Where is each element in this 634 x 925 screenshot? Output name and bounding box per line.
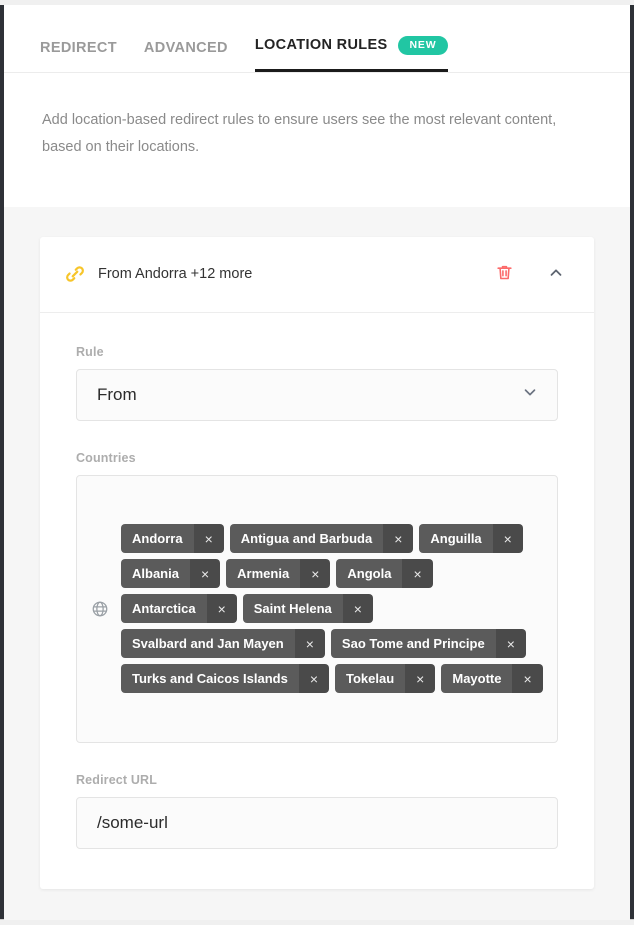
page-content: REDIRECT ADVANCED LOCATION RULES NEW Add… xyxy=(4,5,630,920)
country-tag: Andorra× xyxy=(121,524,224,553)
country-tag-label: Tokelau xyxy=(335,664,405,693)
country-tag: Armenia× xyxy=(226,559,330,588)
country-tag-label: Sao Tome and Principe xyxy=(331,629,496,658)
globe-icon xyxy=(91,600,109,618)
tab-advanced-label: ADVANCED xyxy=(144,41,228,56)
country-tag-remove-icon[interactable]: × xyxy=(512,664,542,693)
country-tag-label: Angola xyxy=(336,559,402,588)
country-tag-label: Saint Helena xyxy=(243,594,343,623)
country-tag-label: Albania xyxy=(121,559,190,588)
country-tag-remove-icon[interactable]: × xyxy=(493,524,523,553)
chevron-down-icon xyxy=(521,383,539,406)
redirect-url-label: Redirect URL xyxy=(76,773,558,787)
trash-icon xyxy=(495,263,514,285)
rule-select[interactable]: From xyxy=(76,369,558,421)
delete-rule-button[interactable] xyxy=(492,262,516,286)
settings-header-panel: REDIRECT ADVANCED LOCATION RULES NEW Add… xyxy=(4,5,630,207)
tab-bar: REDIRECT ADVANCED LOCATION RULES NEW xyxy=(4,5,630,73)
country-tag-remove-icon[interactable]: × xyxy=(405,664,435,693)
country-tag: Antigua and Barbuda× xyxy=(230,524,414,553)
countries-field-group: Countries Andorra×Antigua and Barbuda×An… xyxy=(76,451,558,743)
country-tag-remove-icon[interactable]: × xyxy=(300,559,330,588)
country-tag-label: Turks and Caicos Islands xyxy=(121,664,299,693)
country-tag: Anguilla× xyxy=(419,524,522,553)
rule-field-group: Rule From xyxy=(76,345,558,421)
intro-description: Add location-based redirect rules to ens… xyxy=(4,73,630,207)
countries-multiselect[interactable]: Andorra×Antigua and Barbuda×Anguilla×Alb… xyxy=(76,475,558,743)
location-rule-card: From Andorra +12 more xyxy=(40,237,594,889)
tab-redirect[interactable]: REDIRECT xyxy=(40,41,117,73)
tab-location-rules-label: LOCATION RULES xyxy=(255,38,388,53)
tab-location-rules[interactable]: LOCATION RULES NEW xyxy=(255,36,449,73)
country-tag: Angola× xyxy=(336,559,432,588)
redirect-url-field-group: Redirect URL xyxy=(76,773,558,849)
country-tag-remove-icon[interactable]: × xyxy=(295,629,325,658)
country-tag-label: Armenia xyxy=(226,559,300,588)
country-tag-remove-icon[interactable]: × xyxy=(402,559,432,588)
browser-window: REDIRECT ADVANCED LOCATION RULES NEW Add… xyxy=(0,0,634,925)
new-badge: NEW xyxy=(398,36,449,56)
country-tag-label: Anguilla xyxy=(419,524,492,553)
country-tag: Antarctica× xyxy=(121,594,237,623)
country-tag: Svalbard and Jan Mayen× xyxy=(121,629,325,658)
country-tag-list: Andorra×Antigua and Barbuda×Anguilla×Alb… xyxy=(121,524,545,693)
country-tag-remove-icon[interactable]: × xyxy=(383,524,413,553)
tab-advanced[interactable]: ADVANCED xyxy=(144,41,228,73)
country-tag-remove-icon[interactable]: × xyxy=(207,594,237,623)
country-tag: Turks and Caicos Islands× xyxy=(121,664,329,693)
window-frame-right xyxy=(630,5,634,920)
country-tag-label: Andorra xyxy=(121,524,194,553)
rule-select-value: From xyxy=(97,385,137,405)
country-tag-remove-icon[interactable]: × xyxy=(343,594,373,623)
country-tag: Albania× xyxy=(121,559,220,588)
link-icon xyxy=(64,263,86,285)
country-tag: Saint Helena× xyxy=(243,594,373,623)
country-tag: Mayotte× xyxy=(441,664,542,693)
redirect-url-input[interactable] xyxy=(76,797,558,849)
rule-card-title: From Andorra +12 more xyxy=(98,266,464,282)
collapse-rule-button[interactable] xyxy=(544,262,568,286)
country-tag: Sao Tome and Principe× xyxy=(331,629,526,658)
rules-body: From Andorra +12 more xyxy=(4,207,630,889)
rule-card-header[interactable]: From Andorra +12 more xyxy=(40,237,594,313)
country-tag-label: Antigua and Barbuda xyxy=(230,524,383,553)
country-tag-label: Mayotte xyxy=(441,664,512,693)
rule-label: Rule xyxy=(76,345,558,359)
country-tag-remove-icon[interactable]: × xyxy=(190,559,220,588)
chevron-up-icon xyxy=(547,264,565,285)
country-tag-remove-icon[interactable]: × xyxy=(496,629,526,658)
country-tag: Tokelau× xyxy=(335,664,435,693)
country-tag-label: Antarctica xyxy=(121,594,207,623)
rule-card-body: Rule From Countries xyxy=(40,313,594,889)
country-tag-label: Svalbard and Jan Mayen xyxy=(121,629,295,658)
country-tag-remove-icon[interactable]: × xyxy=(194,524,224,553)
tab-redirect-label: REDIRECT xyxy=(40,41,117,56)
countries-label: Countries xyxy=(76,451,558,465)
country-tag-remove-icon[interactable]: × xyxy=(299,664,329,693)
